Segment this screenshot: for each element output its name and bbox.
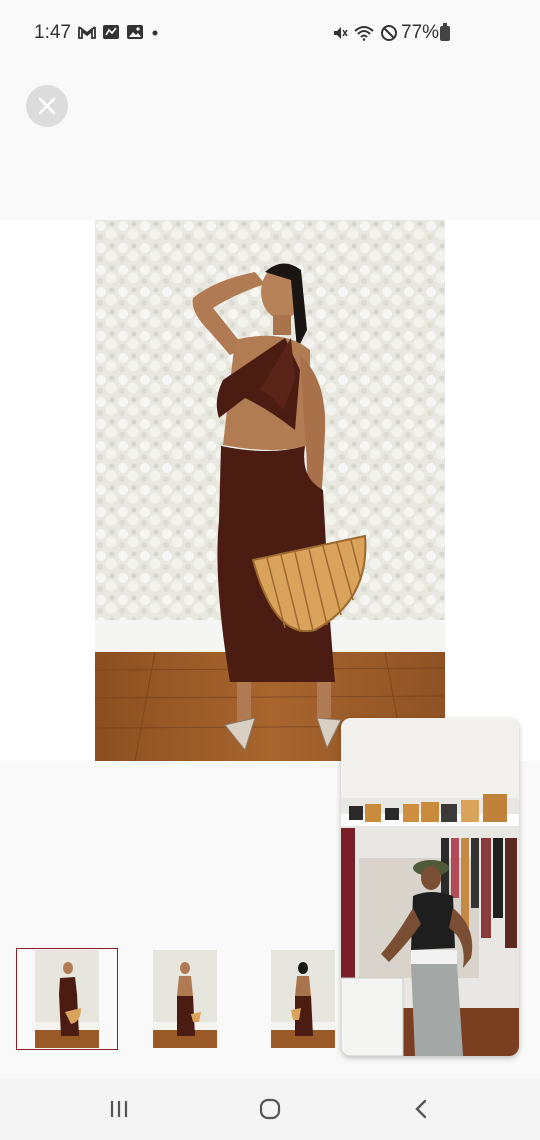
status-bar: 1:47 77%	[0, 0, 540, 68]
picture-in-picture-video[interactable]	[341, 718, 519, 1056]
close-icon	[38, 97, 56, 115]
close-button[interactable]	[26, 85, 68, 127]
recents-button[interactable]	[104, 1096, 134, 1122]
status-time: 1:47	[34, 22, 71, 43]
thumbnail-3[interactable]	[252, 948, 354, 1050]
back-icon	[415, 1099, 427, 1119]
thumbnail-2-image	[153, 950, 217, 1048]
recents-icon	[110, 1101, 128, 1117]
home-icon	[259, 1098, 281, 1120]
pip-video-frame	[341, 718, 519, 1056]
mute-icon	[334, 27, 348, 39]
notification-icons	[78, 24, 160, 40]
gallery-icon	[127, 25, 143, 39]
battery-icon	[440, 23, 450, 41]
gmail-icon	[78, 26, 96, 39]
back-button[interactable]	[406, 1096, 436, 1122]
system-icons	[332, 24, 398, 42]
thumbnail-3-image	[271, 950, 335, 1048]
navigation-bar	[0, 1078, 540, 1140]
thumbnail-1[interactable]	[16, 948, 118, 1050]
dot-icon	[152, 30, 158, 36]
dnd-icon	[381, 25, 397, 41]
model-photo-graphic	[95, 220, 445, 761]
home-button[interactable]	[255, 1096, 285, 1122]
wifi-icon	[354, 26, 374, 41]
battery-percent: 77%	[401, 22, 440, 43]
main-product-photo[interactable]	[95, 220, 445, 761]
thumbnail-1-image	[35, 950, 99, 1048]
analytics-icon	[103, 25, 119, 39]
image-viewer[interactable]	[0, 220, 540, 761]
thumbnail-2[interactable]	[134, 948, 236, 1050]
